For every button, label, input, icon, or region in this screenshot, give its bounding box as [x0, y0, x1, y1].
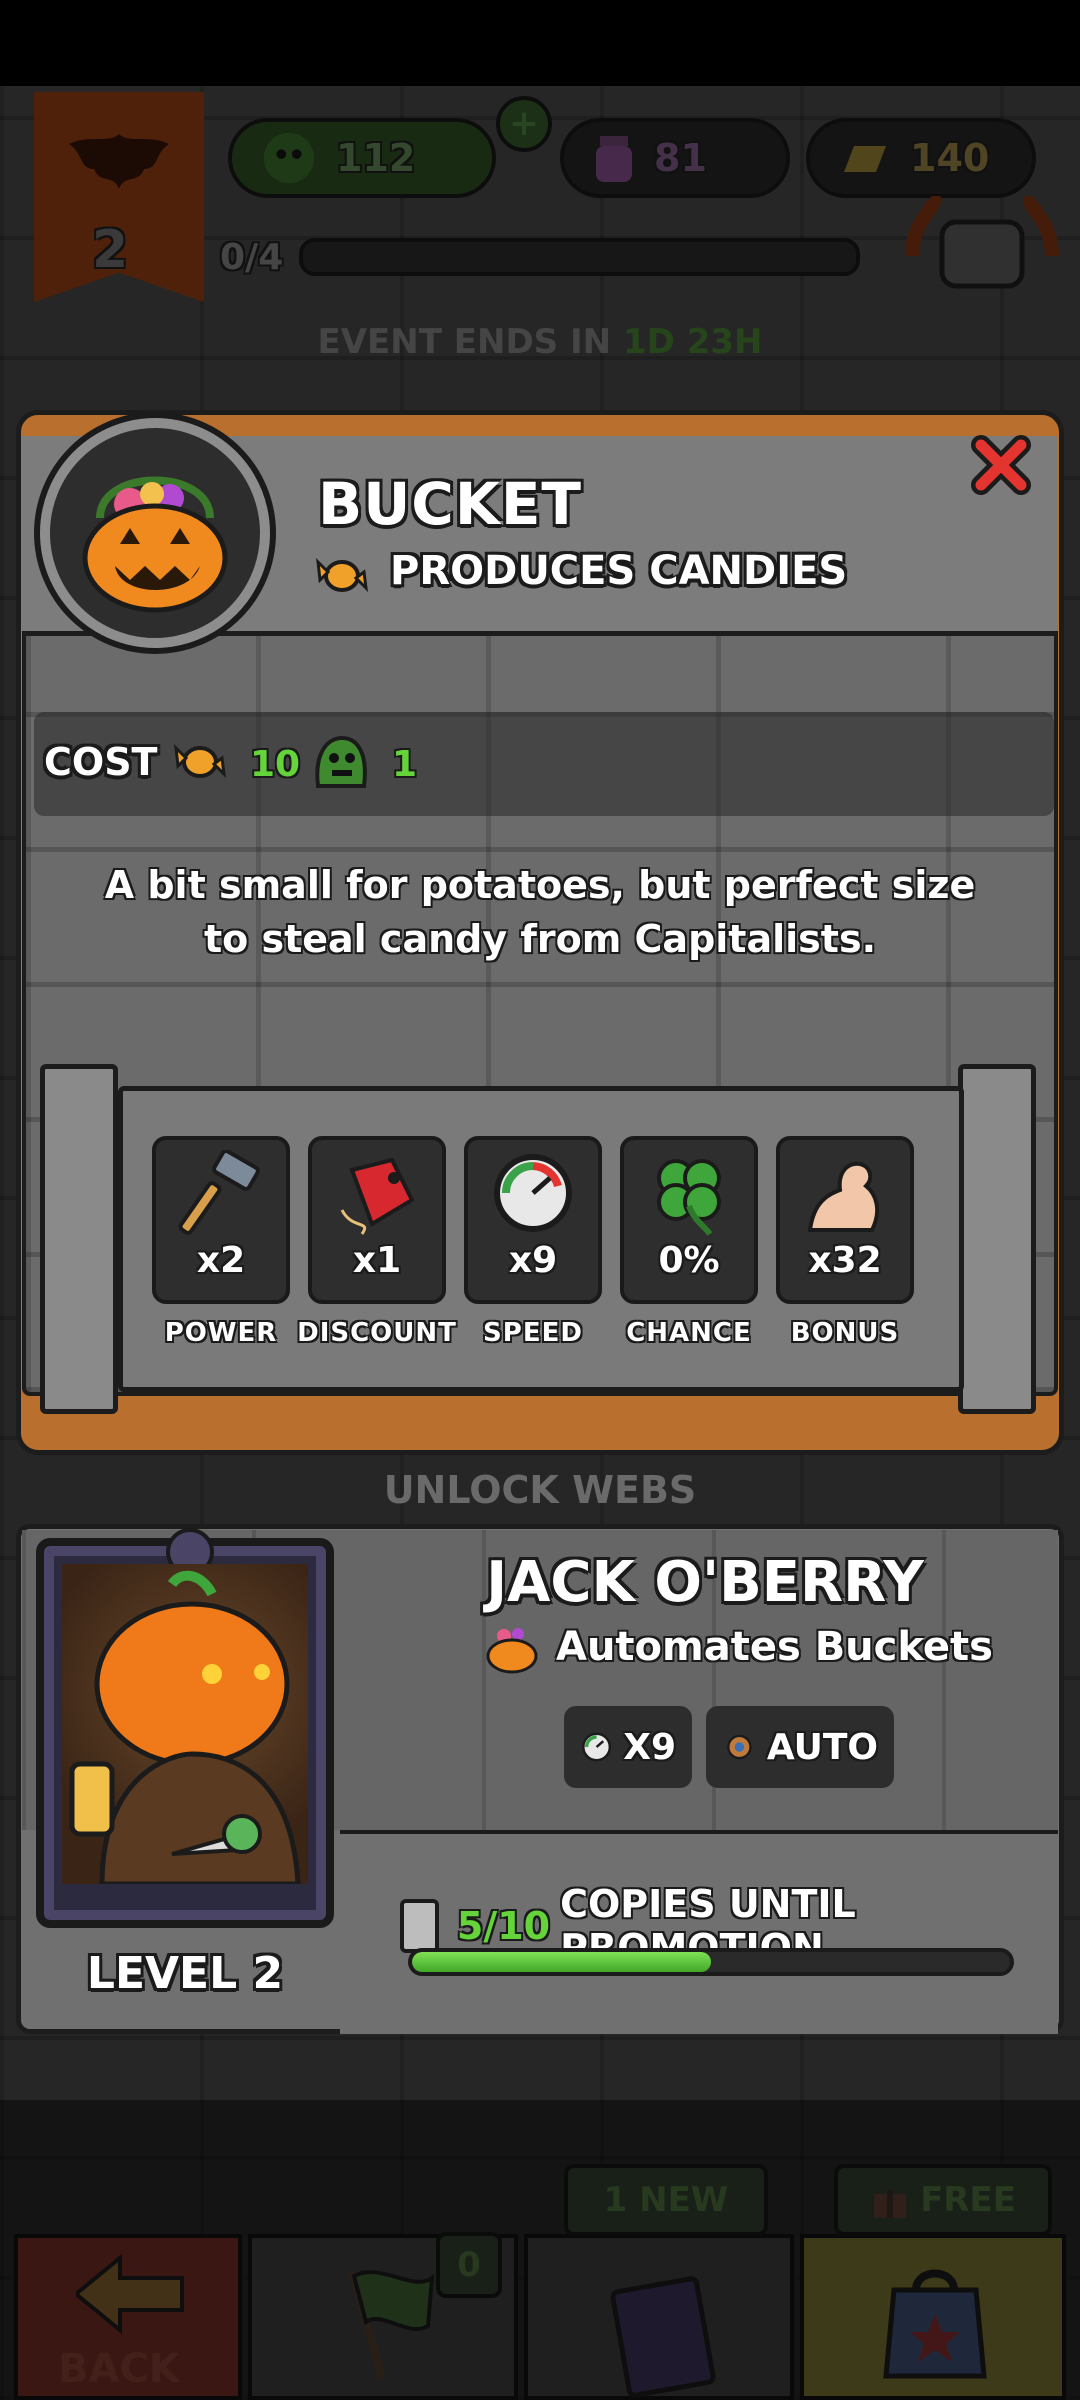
- item-subtitle: PRODUCES CANDIES: [390, 548, 848, 594]
- candy-icon: [312, 548, 372, 608]
- stat-value: x1: [352, 1240, 402, 1281]
- card-copy-icon: [400, 1899, 439, 1953]
- item-description: A bit small for potatoes, but perfect si…: [104, 863, 976, 961]
- stat-value: x9: [508, 1240, 558, 1281]
- nav-back-button[interactable]: BACK: [14, 2234, 242, 2400]
- price-tag-icon: [340, 1157, 415, 1235]
- cards-icon: [609, 2275, 717, 2399]
- worker-auto-chip: AUTO: [706, 1706, 894, 1788]
- stat-power: x2 POWER: [152, 1136, 290, 1366]
- flag-badge: 0: [436, 2232, 502, 2298]
- stat-box: x2: [152, 1136, 290, 1304]
- shop-free-badge: FREE: [834, 2164, 1052, 2236]
- shopping-bag-icon: [883, 2269, 987, 2379]
- cost-candy-value: 10: [250, 744, 301, 785]
- stat-value: x2: [196, 1240, 246, 1281]
- stat-box: 0%: [620, 1136, 758, 1304]
- speedometer-icon: [494, 1154, 572, 1232]
- item-medallion: [40, 418, 270, 648]
- stat-value: x32: [808, 1240, 882, 1281]
- arrow-left-icon: [76, 2254, 184, 2334]
- close-icon: [971, 435, 1031, 495]
- stat-value: 0%: [658, 1240, 720, 1281]
- promotion-progress-fill: [412, 1952, 711, 1972]
- four-leaf-clover-icon: [657, 1159, 721, 1236]
- stat-bonus: x32 BONUS: [776, 1136, 914, 1366]
- cost-zombie-icon: [308, 732, 372, 796]
- item-title: BUCKET: [318, 470, 582, 538]
- stat-box: x1: [308, 1136, 446, 1304]
- nav-flag-button[interactable]: 0: [248, 2232, 518, 2400]
- hammer-icon: [178, 1150, 260, 1235]
- stat-speed: x9 SPEED: [464, 1136, 602, 1366]
- flag-badge-count: 0: [457, 2245, 481, 2285]
- stat-label: DISCOUNT: [297, 1318, 457, 1348]
- stat-discount: x1 DISCOUNT: [297, 1136, 456, 1366]
- stat-label: CHANCE: [626, 1318, 752, 1348]
- stat-label: BONUS: [790, 1318, 900, 1348]
- stat-box: x9: [464, 1136, 602, 1304]
- worker-portrait: [62, 1564, 308, 1884]
- back-label: BACK: [58, 2346, 180, 2392]
- cost-label: COST: [44, 740, 158, 784]
- worker-role: Automates Buckets: [556, 1624, 993, 1670]
- flexed-arm-icon: [807, 1161, 880, 1232]
- cards-new-badge: 1 NEW: [564, 2164, 768, 2236]
- flag-icon: [348, 2270, 435, 2380]
- stat-label: POWER: [164, 1318, 278, 1348]
- copies-count: 5/10: [456, 1904, 551, 1948]
- cost-zombie-value: 1: [392, 744, 418, 785]
- shop-free-badge-text: FREE: [920, 2180, 1016, 2220]
- gift-icon: [874, 2190, 907, 2218]
- unlock-webs-label: UNLOCK WEBS: [383, 1468, 697, 1512]
- worker-level: LEVEL 2: [86, 1948, 284, 1999]
- stats-pillar-left: [40, 1064, 118, 1414]
- pumpkin-bucket-icon: [82, 476, 228, 613]
- nav-cards-button[interactable]: 1 NEW: [524, 2164, 794, 2400]
- stats-row: x2 POWER x1 DISCOUNT x9 SPEED 0% CHANCE …: [152, 1136, 932, 1366]
- stat-label: SPEED: [483, 1318, 583, 1348]
- worker-speed-chip: X9: [564, 1706, 692, 1788]
- close-button[interactable]: [966, 432, 1036, 498]
- cost-candy-icon: [170, 734, 230, 794]
- pumpkin-bucket-small-icon: [484, 1622, 540, 1678]
- worker-auto-label: AUTO: [766, 1726, 878, 1768]
- worker-name: JACK O'BERRY: [486, 1550, 924, 1615]
- gear-automation-icon: [727, 1734, 752, 1760]
- bottom-nav: BACK 0 1 NEW FREE: [0, 2164, 1080, 2400]
- promotion-progress-track: [408, 1948, 1014, 1976]
- speedometer-icon: [582, 1732, 612, 1762]
- cards-new-badge-text: 1 NEW: [603, 2180, 729, 2220]
- worker-speed-value: X9: [623, 1726, 676, 1768]
- stats-pillar-right: [958, 1064, 1036, 1414]
- stat-chance: 0% CHANCE: [620, 1136, 758, 1366]
- nav-shop-button[interactable]: FREE: [800, 2164, 1066, 2400]
- stat-box: x32: [776, 1136, 914, 1304]
- jack-oberry-portrait-icon: [69, 1570, 301, 1884]
